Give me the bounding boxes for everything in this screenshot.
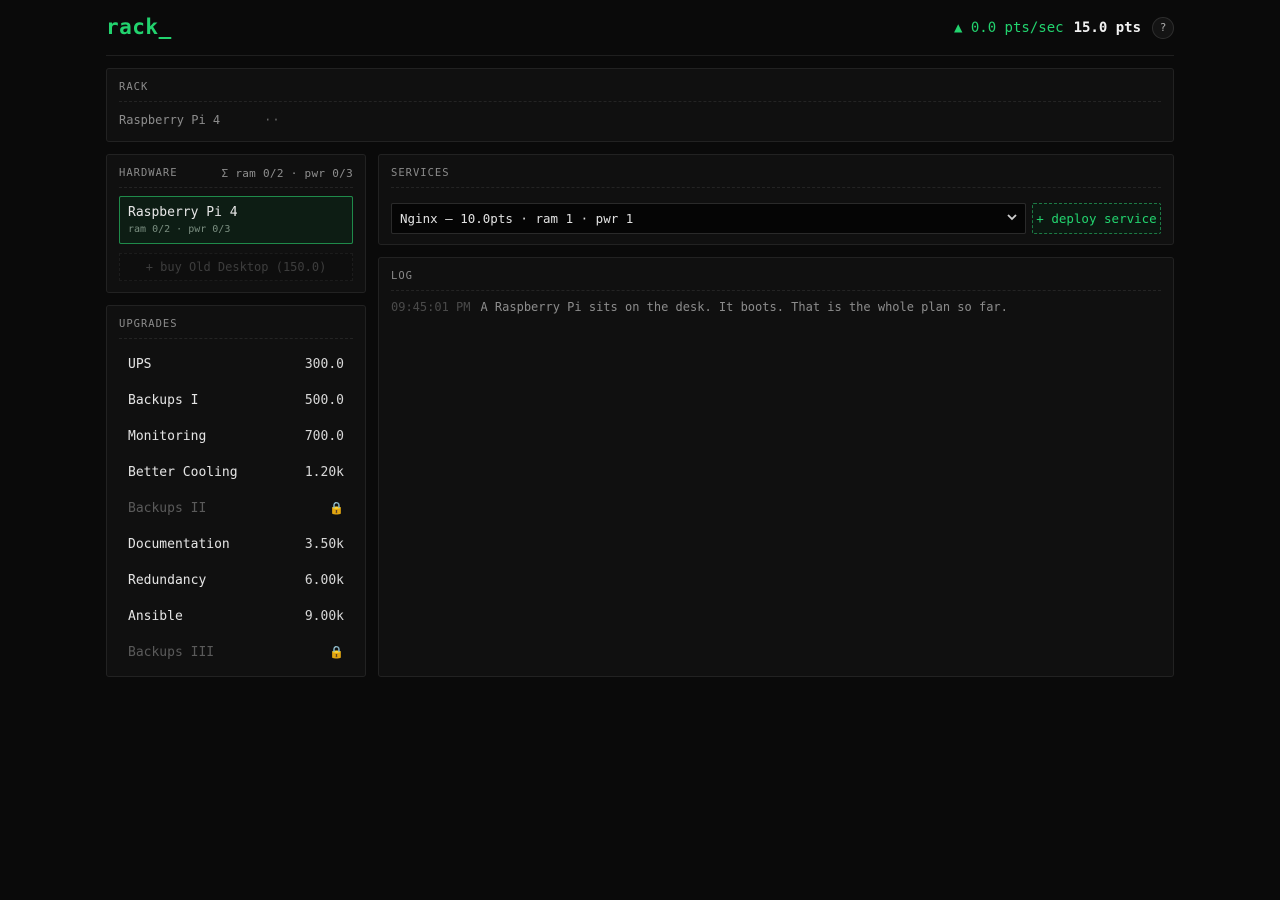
services-panel: SERVICES Nginx — 10.0pts · ram 1 · pwr 1… <box>378 154 1174 245</box>
upgrade-name: UPS <box>128 356 152 372</box>
hardware-capacity: Σ ram 0/2 · pwr 0/3 <box>221 167 353 180</box>
log-message: A Raspberry Pi sits on the desk. It boot… <box>480 300 1008 314</box>
upgrade-name: Documentation <box>128 536 230 552</box>
service-select-value: Nginx — 10.0pts · ram 1 · pwr 1 <box>400 211 634 226</box>
upgrade-monitoring[interactable]: Monitoring 700.0 <box>119 418 353 454</box>
service-select[interactable]: Nginx — 10.0pts · ram 1 · pwr 1 <box>391 203 1026 234</box>
hardware-title: HARDWARE <box>119 167 178 179</box>
log-timestamp: 09:45:01 PM <box>391 300 471 314</box>
hardware-card-raspberry-pi[interactable]: Raspberry Pi 4 ram 0/2 · pwr 0/3 <box>119 196 353 244</box>
upgrade-name: Redundancy <box>128 572 207 588</box>
upgrade-name: Backups I <box>128 392 199 408</box>
stats-bar: ▲ 0.0 pts/sec 15.0 pts ? <box>953 16 1174 39</box>
upgrade-cost: 300.0 <box>304 356 344 372</box>
hardware-panel: HARDWARE Σ ram 0/2 · pwr 0/3 Raspberry P… <box>106 154 366 293</box>
rack-panel: RACK Raspberry Pi 4 ·· <box>106 68 1174 142</box>
upgrades-list: UPS 300.0 Backups I 500.0 Monitoring 700… <box>119 346 353 670</box>
services-header: SERVICES <box>391 167 1161 188</box>
buy-hardware-button[interactable]: + buy Old Desktop (150.0) <box>119 253 353 281</box>
log-entry: 09:45:01 PM A Raspberry Pi sits on the de… <box>391 300 1008 314</box>
hardware-card-name: Raspberry Pi 4 <box>128 205 238 220</box>
upgrade-ansible[interactable]: Ansible 9.00k <box>119 598 353 634</box>
deploy-service-button[interactable]: + deploy service <box>1032 203 1161 234</box>
upgrade-name: Backups III <box>128 644 215 660</box>
upgrade-documentation[interactable]: Documentation 3.50k <box>119 526 353 562</box>
points-total: 15.0 pts <box>1073 19 1141 36</box>
hardware-header: HARDWARE Σ ram 0/2 · pwr 0/3 <box>119 167 353 188</box>
lock-icon: 🔒 <box>329 501 344 515</box>
upgrade-cost: 1.20k <box>304 464 344 480</box>
header: rack_ ▲ 0.0 pts/sec 15.0 pts ? <box>106 0 1174 56</box>
app-logo: rack_ <box>106 14 172 39</box>
log-title: LOG <box>391 270 413 282</box>
upgrade-name: Backups II <box>128 500 207 516</box>
upgrade-cost: 6.00k <box>304 572 344 588</box>
hardware-card-usage: ram 0/2 · pwr 0/3 <box>128 224 231 235</box>
log-panel: LOG 09:45:01 PM A Raspberry Pi sits on th… <box>378 257 1174 677</box>
upgrade-backups-i[interactable]: Backups I 500.0 <box>119 382 353 418</box>
rack-header: RACK <box>119 81 1161 102</box>
chevron-down-icon <box>1007 213 1017 224</box>
rack-slot: Raspberry Pi 4 ·· <box>119 113 281 127</box>
log-header: LOG <box>391 270 1161 291</box>
upgrade-name: Monitoring <box>128 428 207 444</box>
rack-status-dots: ·· <box>264 113 281 127</box>
upgrade-name: Better Cooling <box>128 464 238 480</box>
upgrade-name: Ansible <box>128 608 183 624</box>
upgrade-cost: 700.0 <box>304 428 344 444</box>
upgrade-cost: 9.00k <box>304 608 344 624</box>
upgrade-backups-ii: Backups II 🔒 <box>119 490 353 526</box>
app-root: rack_ ▲ 0.0 pts/sec 15.0 pts ? RACK Rasp… <box>106 0 1174 677</box>
upgrade-backups-iii: Backups III 🔒 <box>119 634 353 670</box>
upgrade-redundancy[interactable]: Redundancy 6.00k <box>119 562 353 598</box>
upgrade-ups[interactable]: UPS 300.0 <box>119 346 353 382</box>
rack-item: Raspberry Pi 4 <box>119 113 221 127</box>
upgrades-header: UPGRADES <box>119 318 353 339</box>
help-button[interactable]: ? <box>1152 16 1174 39</box>
upgrades-panel: UPGRADES UPS 300.0 Backups I 500.0 Monit… <box>106 305 366 677</box>
lock-icon: 🔒 <box>329 645 344 659</box>
rack-title: RACK <box>119 81 149 93</box>
upgrade-cost: 500.0 <box>304 392 344 408</box>
points-rate: ▲ 0.0 pts/sec <box>953 19 1064 36</box>
upgrade-better-cooling[interactable]: Better Cooling 1.20k <box>119 454 353 490</box>
upgrades-title: UPGRADES <box>119 318 178 330</box>
upgrade-cost: 3.50k <box>304 536 344 552</box>
services-title: SERVICES <box>391 167 450 179</box>
